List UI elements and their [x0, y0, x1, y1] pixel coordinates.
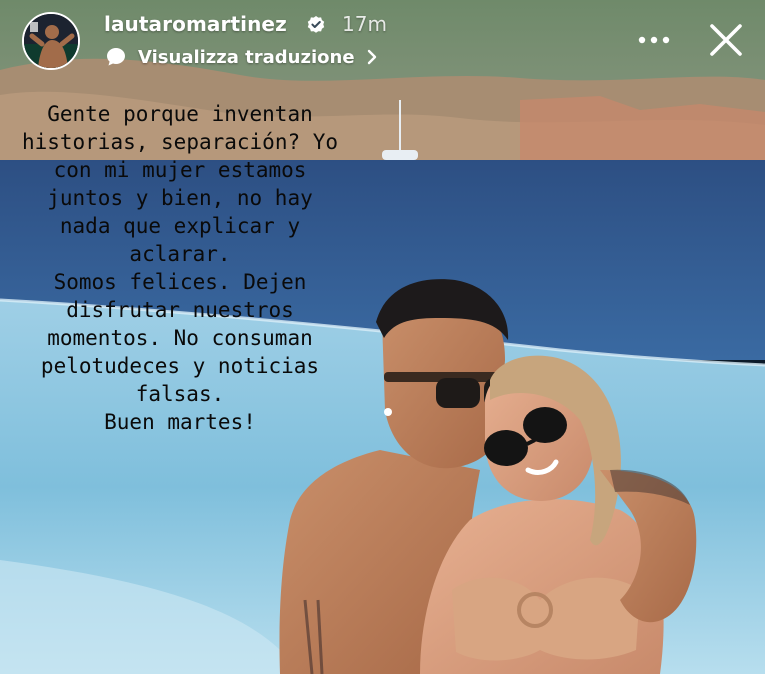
story-viewer: lautaromartinez 17m Visualizza traduzion…	[0, 0, 765, 674]
translate-link[interactable]: Visualizza traduzione	[104, 44, 379, 70]
avatar-image	[24, 14, 78, 68]
close-icon[interactable]	[704, 18, 748, 62]
more-horizontal-icon[interactable]	[630, 26, 678, 54]
verified-badge-icon	[307, 16, 325, 33]
username[interactable]: lautaromartinez	[104, 12, 287, 36]
timestamp: 17m	[342, 12, 387, 36]
story-caption: Gente porque inventan historias, separac…	[21, 102, 339, 434]
avatar[interactable]	[22, 12, 80, 70]
story-header: lautaromartinez 17m Visualizza traduzion…	[0, 0, 765, 80]
speech-bubble-icon	[107, 48, 125, 66]
chevron-right-icon	[367, 49, 376, 65]
translate-label: Visualizza traduzione	[138, 46, 355, 68]
